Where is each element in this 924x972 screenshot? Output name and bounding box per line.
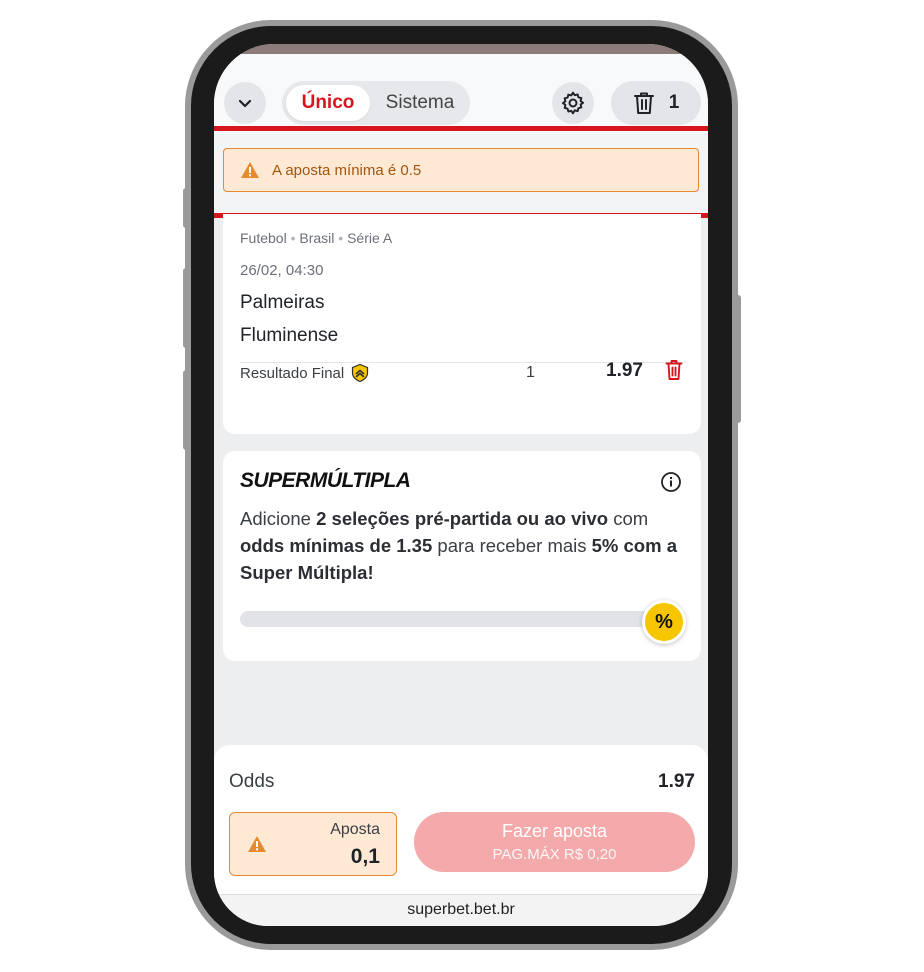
selection-pick: 1 [526, 364, 535, 381]
total-odds-label: Odds [229, 771, 275, 792]
dot-separator: • [338, 230, 348, 246]
warning-message: A aposta mínima é 0.5 [272, 161, 422, 179]
place-bet-label: Fazer aposta [501, 821, 608, 841]
browser-url-bar[interactable]: superbet.bet.br [214, 894, 708, 926]
stake-input[interactable]: Aposta 0,1 [229, 812, 397, 876]
total-odds-value: 1.97 [658, 771, 695, 792]
home-team: Palmeiras [240, 292, 325, 313]
desc-text: com [608, 508, 649, 529]
percent-badge: % [642, 600, 686, 644]
max-payout: PAG.MÁX R$ 0,20 [492, 846, 617, 863]
selection-odd: 1.97 [606, 360, 643, 381]
phone-screen: Único Sistema 1 A aposta mínima é 0.5 Fu… [214, 44, 708, 926]
betslip-footer: Odds 1.97 Aposta 0,1 Fazer aposta PAG.MÁ… [214, 745, 708, 894]
desc-bold: 2 seleções pré-partida ou ao vivo [316, 508, 609, 529]
breadcrumb-league: Série A [347, 230, 393, 246]
toggle-sistema[interactable]: Sistema [378, 85, 462, 121]
minimum-stake-warning: A aposta mínima é 0.5 [223, 148, 699, 192]
url-text: superbet.bet.br [407, 901, 515, 918]
stake-label: Aposta [330, 821, 380, 838]
stake-value[interactable]: 0,1 [351, 845, 380, 869]
market-label: Resultado Final [240, 364, 345, 382]
selection-card: Futebol • Brasil • Série A 26/02, 04:30 … [223, 214, 701, 434]
gear-icon [561, 91, 585, 115]
settings-button[interactable] [552, 82, 594, 124]
breadcrumb-country: Brasil [299, 230, 335, 246]
warning-icon [241, 162, 259, 178]
bet-type-toggle: Único Sistema [282, 81, 470, 125]
supermultipla-title: SUPERMÚLTIPLA [240, 469, 411, 492]
info-icon[interactable] [660, 471, 682, 493]
phone-side-button [183, 370, 189, 450]
desc-bold: odds mínimas de 1.35 [240, 535, 433, 556]
status-strip [214, 44, 708, 54]
warning-icon [248, 836, 266, 852]
market-name: Resultado Final [240, 363, 370, 383]
super-odds-shield-icon [352, 363, 369, 383]
desc-text: para receber mais [432, 535, 592, 556]
chevron-down-icon [238, 99, 252, 108]
event-datetime: 26/02, 04:30 [240, 262, 324, 279]
trash-icon [633, 92, 654, 114]
place-bet-button[interactable]: Fazer aposta PAG.MÁX R$ 0,20 [414, 812, 695, 872]
away-team: Fluminense [240, 325, 339, 346]
supermultipla-progress-bar [240, 611, 660, 627]
selection-count: 1 [668, 92, 680, 113]
highlight-line-top [214, 126, 708, 131]
phone-side-button [183, 268, 189, 348]
supermultipla-description: Adicione 2 seleções pré-partida ou ao vi… [240, 505, 680, 586]
breadcrumb-sport: Futebol [240, 230, 287, 246]
phone-side-button [183, 188, 189, 228]
remove-selection-trash-icon[interactable] [665, 359, 683, 381]
phone-side-button [735, 295, 741, 423]
clear-slip-button[interactable]: 1 [611, 81, 701, 125]
desc-text: Adicione [240, 508, 317, 529]
event-breadcrumb: Futebol • Brasil • Série A [240, 230, 392, 246]
supermultipla-card: SUPERMÚLTIPLA Adicione 2 seleções pré-pa… [223, 451, 701, 661]
toggle-unico[interactable]: Único [286, 85, 370, 121]
collapse-button[interactable] [224, 82, 266, 124]
